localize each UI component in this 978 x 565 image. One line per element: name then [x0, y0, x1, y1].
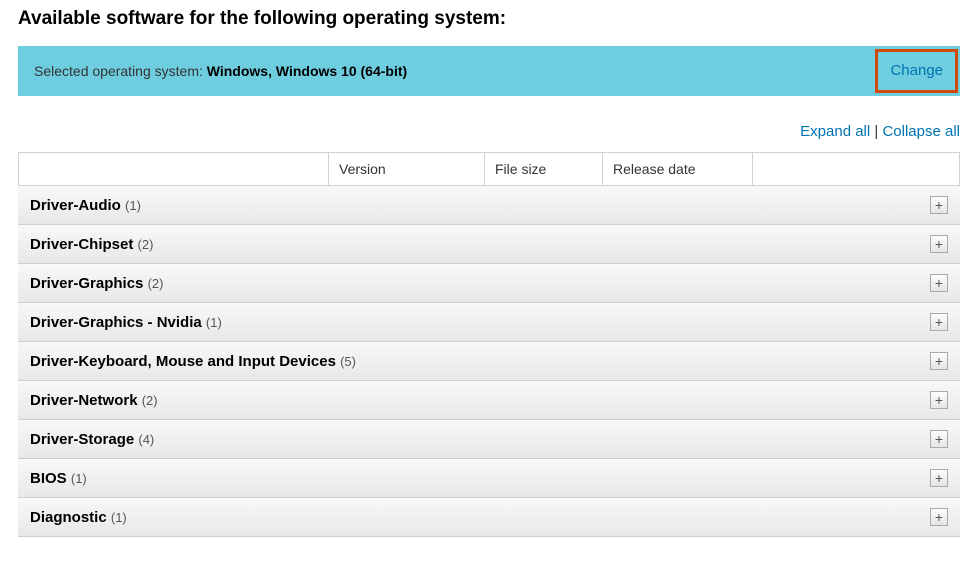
- plus-icon[interactable]: +: [930, 469, 948, 487]
- change-button[interactable]: Change: [890, 62, 943, 79]
- category-count: (1): [111, 510, 127, 525]
- category-row[interactable]: BIOS (1) +: [18, 459, 960, 498]
- category-label: Diagnostic (1): [30, 509, 127, 526]
- control-divider: |: [870, 123, 882, 140]
- th-name: [19, 153, 329, 185]
- category-count: (2): [138, 237, 154, 252]
- category-row[interactable]: Diagnostic (1) +: [18, 498, 960, 537]
- category-label: Driver-Storage (4): [30, 431, 154, 448]
- plus-icon[interactable]: +: [930, 391, 948, 409]
- plus-icon[interactable]: +: [930, 430, 948, 448]
- category-label: BIOS (1): [30, 470, 87, 487]
- plus-icon[interactable]: +: [930, 196, 948, 214]
- th-filesize: File size: [485, 153, 603, 185]
- expand-controls: Expand all | Collapse all: [18, 123, 960, 140]
- category-row[interactable]: Driver-Graphics (2) +: [18, 264, 960, 303]
- category-name: Driver-Network: [30, 392, 138, 409]
- category-row[interactable]: Driver-Storage (4) +: [18, 420, 960, 459]
- category-name: Driver-Chipset: [30, 236, 133, 253]
- os-label: Selected operating system:: [34, 63, 207, 79]
- plus-icon[interactable]: +: [930, 274, 948, 292]
- plus-icon[interactable]: +: [930, 352, 948, 370]
- category-row[interactable]: Driver-Network (2) +: [18, 381, 960, 420]
- th-version: Version: [329, 153, 485, 185]
- category-label: Driver-Audio (1): [30, 197, 141, 214]
- plus-icon[interactable]: +: [930, 313, 948, 331]
- table-header: Version File size Release date: [18, 152, 960, 186]
- category-name: Driver-Graphics - Nvidia: [30, 314, 202, 331]
- plus-icon[interactable]: +: [930, 508, 948, 526]
- category-label: Driver-Chipset (2): [30, 236, 153, 253]
- os-banner: Selected operating system: Windows, Wind…: [18, 46, 960, 96]
- category-name: Driver-Keyboard, Mouse and Input Devices: [30, 353, 336, 370]
- category-row[interactable]: Driver-Keyboard, Mouse and Input Devices…: [18, 342, 960, 381]
- category-name: Diagnostic: [30, 509, 107, 526]
- category-count: (1): [125, 198, 141, 213]
- change-button-highlight: Change: [875, 49, 958, 93]
- th-spacer: [753, 153, 959, 185]
- category-name: Driver-Audio: [30, 197, 121, 214]
- os-text: Selected operating system: Windows, Wind…: [34, 63, 407, 79]
- category-name: BIOS: [30, 470, 67, 487]
- category-label: Driver-Network (2): [30, 392, 158, 409]
- category-row[interactable]: Driver-Chipset (2) +: [18, 225, 960, 264]
- category-row[interactable]: Driver-Graphics - Nvidia (1) +: [18, 303, 960, 342]
- os-value: Windows, Windows 10 (64-bit): [207, 63, 407, 79]
- category-count: (2): [142, 393, 158, 408]
- category-name: Driver-Graphics: [30, 275, 143, 292]
- page-title: Available software for the following ope…: [18, 8, 960, 30]
- collapse-all-link[interactable]: Collapse all: [882, 123, 960, 140]
- category-row[interactable]: Driver-Audio (1) +: [18, 186, 960, 225]
- category-label: Driver-Graphics - Nvidia (1): [30, 314, 222, 331]
- category-count: (1): [71, 471, 87, 486]
- plus-icon[interactable]: +: [930, 235, 948, 253]
- category-name: Driver-Storage: [30, 431, 134, 448]
- category-count: (5): [340, 354, 356, 369]
- category-count: (1): [206, 315, 222, 330]
- category-count: (2): [148, 276, 164, 291]
- category-label: Driver-Graphics (2): [30, 275, 163, 292]
- category-list: Driver-Audio (1)+Driver-Chipset (2)+Driv…: [18, 186, 960, 537]
- category-label: Driver-Keyboard, Mouse and Input Devices…: [30, 353, 356, 370]
- th-release: Release date: [603, 153, 753, 185]
- expand-all-link[interactable]: Expand all: [800, 123, 870, 140]
- category-count: (4): [138, 432, 154, 447]
